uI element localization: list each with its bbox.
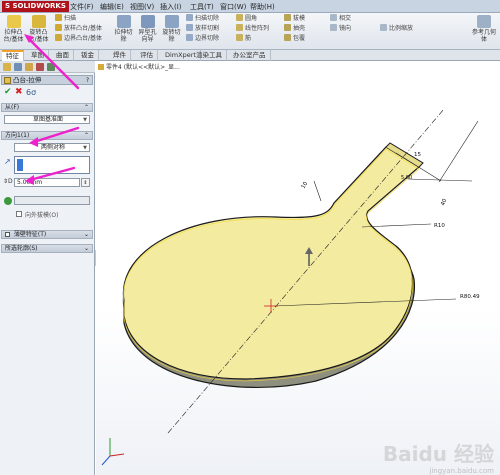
menu-help[interactable]: 帮助(H)	[250, 2, 275, 12]
selection-highlight	[17, 159, 23, 171]
view-triad	[101, 438, 125, 466]
draft-button[interactable]: 拔模	[284, 14, 305, 23]
from-section-header[interactable]: 从(F) ⌃	[1, 103, 93, 112]
paddle-model	[122, 142, 424, 389]
depth-input[interactable]: 5.00mm	[14, 178, 80, 187]
configuration-manager-icon[interactable]	[25, 63, 33, 71]
cancel-button[interactable]: ✖	[15, 88, 23, 97]
chevron-down-icon: ▼	[83, 145, 87, 151]
menu-window[interactable]: 窗口(W)	[220, 2, 246, 12]
length-dimension-line	[438, 120, 479, 183]
radius-dimension-label: R80.49	[460, 294, 480, 300]
ok-button[interactable]: ✔	[4, 88, 12, 97]
tab-evaluate[interactable]: 评估	[136, 50, 158, 61]
dimxpert-manager-icon[interactable]	[36, 63, 44, 71]
panel-icon-bar	[0, 61, 95, 73]
angle-dimension-line	[313, 180, 322, 202]
extruded-cut-button[interactable]: 拉伸切除	[112, 15, 135, 48]
extrude-boss-icon	[6, 15, 21, 28]
shell-button[interactable]: 抽壳	[284, 24, 305, 33]
command-manager-ribbon: 拉伸凸台/基体 旋转凸台/基体 扫描 放样凸台/基体 边界凸台/基体 拉伸切除 …	[0, 13, 500, 50]
property-manager-icon[interactable]	[14, 63, 22, 71]
linear-pattern-button[interactable]: 线性阵列	[236, 24, 269, 33]
loft-button[interactable]: 放样凸台/基体	[55, 24, 102, 33]
tab-sketch[interactable]: 草图	[27, 50, 49, 61]
tab-render[interactable]: 渲染工具	[192, 50, 227, 61]
chevron-up-icon: ⌃	[83, 104, 89, 111]
title-bar: S SOLIDWORKS 文件(F) 编辑(E) 视图(V) 插入(I) 工具(…	[0, 0, 500, 13]
mirror-button[interactable]: 镜向	[330, 24, 351, 33]
property-manager: 凸台-拉伸 ? ✔ ✖ 6σ 从(F) ⌃ 草图基准面 ▼ 方向1(1) ⌃ 两…	[0, 61, 95, 475]
tab-office[interactable]: 办公室产品	[229, 50, 271, 61]
depth-spinner[interactable]: ⇕	[81, 178, 90, 187]
draft-angle-input[interactable]	[14, 196, 90, 205]
selected-contours-section-header[interactable]: 所选轮廓(S) ⌄	[1, 244, 93, 253]
end-condition-dropdown[interactable]: 两侧对称 ▼	[14, 143, 90, 152]
boundary-cut-button[interactable]: 边界切除	[186, 34, 219, 43]
thin-feature-checkbox[interactable]	[5, 232, 10, 237]
menu-file[interactable]: 文件(F)	[70, 2, 94, 12]
baidu-watermark: Baidu 经验	[382, 442, 494, 466]
wrap-button[interactable]: 包覆	[284, 34, 305, 43]
extruded-boss-button[interactable]: 拉伸凸台/基体	[2, 15, 25, 48]
solidworks-logo[interactable]: S SOLIDWORKS	[2, 1, 69, 12]
panel-title: 凸台-拉伸	[13, 76, 42, 84]
revolved-boss-button[interactable]: 旋转凸台/基体	[27, 15, 50, 48]
paddle-top-face	[122, 146, 421, 380]
tab-weldments[interactable]: 焊件	[109, 50, 131, 61]
intersect-button[interactable]: 相交	[330, 14, 351, 23]
thin-feature-section-header[interactable]: 薄壁特征(T) ⌄	[1, 230, 93, 239]
boundary-boss-button[interactable]: 边界凸台/基体	[55, 34, 102, 43]
chevron-down-icon: ▼	[83, 117, 87, 123]
menu-tools[interactable]: 工具(T)	[190, 2, 214, 12]
chevron-down-icon: ⌄	[83, 231, 89, 238]
hole-wizard-button[interactable]: 异型孔向导	[136, 15, 159, 48]
lofted-cut-button[interactable]: 放样切割	[186, 24, 219, 33]
direction-selection-box[interactable]	[14, 156, 90, 174]
reference-geometry-icon	[477, 15, 491, 28]
sweep-button[interactable]: 扫描	[55, 14, 76, 23]
panel-title-bar: 凸台-拉伸 ?	[1, 75, 93, 85]
extrude-boss-icon	[4, 77, 11, 84]
revolved-cut-button[interactable]: 旋转切除	[160, 15, 183, 48]
menu-insert[interactable]: 插入(I)	[160, 2, 182, 12]
hole-wizard-icon	[140, 15, 155, 28]
fillet-dimension-label: R10	[434, 223, 445, 229]
help-icon[interactable]: ?	[86, 76, 89, 85]
rib-button[interactable]: 筋	[236, 34, 251, 43]
thickness-dimension-label: 5.00	[401, 175, 412, 181]
draft-outward-checkbox[interactable]	[16, 211, 22, 217]
command-tabs: 特征 草图 曲面 钣金 焊件 评估 DimXpert 办公室产品 渲染工具	[0, 50, 500, 61]
model-viewport: R80.49 R10 40 15 5.00 10	[101, 108, 480, 466]
chevron-up-icon: ⌃	[83, 132, 89, 139]
display-manager-icon[interactable]	[47, 63, 55, 71]
fillet-dimension-line	[361, 223, 432, 228]
feature-manager-icon[interactable]	[3, 63, 11, 71]
depth-icon: ⇕D	[3, 178, 13, 185]
chevron-down-icon: ⌄	[83, 245, 89, 252]
reference-geometry-button[interactable]: 参考几何体	[470, 15, 498, 48]
width-dimension-label: 15	[414, 152, 421, 158]
tab-features[interactable]: 特征	[2, 50, 24, 61]
from-dropdown[interactable]: 草图基准面 ▼	[4, 115, 90, 124]
swept-cut-button[interactable]: 扫描切除	[186, 14, 219, 23]
length-dimension-label: 40	[440, 198, 448, 207]
draft-toggle-icon[interactable]	[4, 197, 12, 205]
draft-outward-label: 向外拔模(O)	[25, 212, 59, 219]
tab-surfaces[interactable]: 曲面	[52, 50, 74, 61]
revolve-boss-icon	[31, 15, 46, 28]
extrude-cut-icon	[116, 15, 131, 28]
fillet-button[interactable]: 圆角	[236, 14, 257, 23]
revolve-cut-icon	[164, 15, 179, 28]
menu-view[interactable]: 视图(V)	[130, 2, 154, 12]
direction1-section-header[interactable]: 方向1(1) ⌃	[1, 131, 93, 140]
baidu-watermark-url: jingyan.baidu.com	[429, 467, 494, 475]
direction-arrow-icon: ↗	[4, 157, 11, 166]
menu-edit[interactable]: 编辑(E)	[100, 2, 124, 12]
graphics-area[interactable]: 零件4 (默认<<默认>_显... R80.49 R10 40 15 5.00 …	[96, 61, 500, 475]
tab-sheet-metal[interactable]: 钣金	[77, 50, 99, 61]
preview-icon[interactable]: 6σ	[26, 88, 36, 97]
scale-button[interactable]: 比例缩放	[380, 24, 413, 33]
offset-dimension-label: 10	[301, 181, 310, 190]
